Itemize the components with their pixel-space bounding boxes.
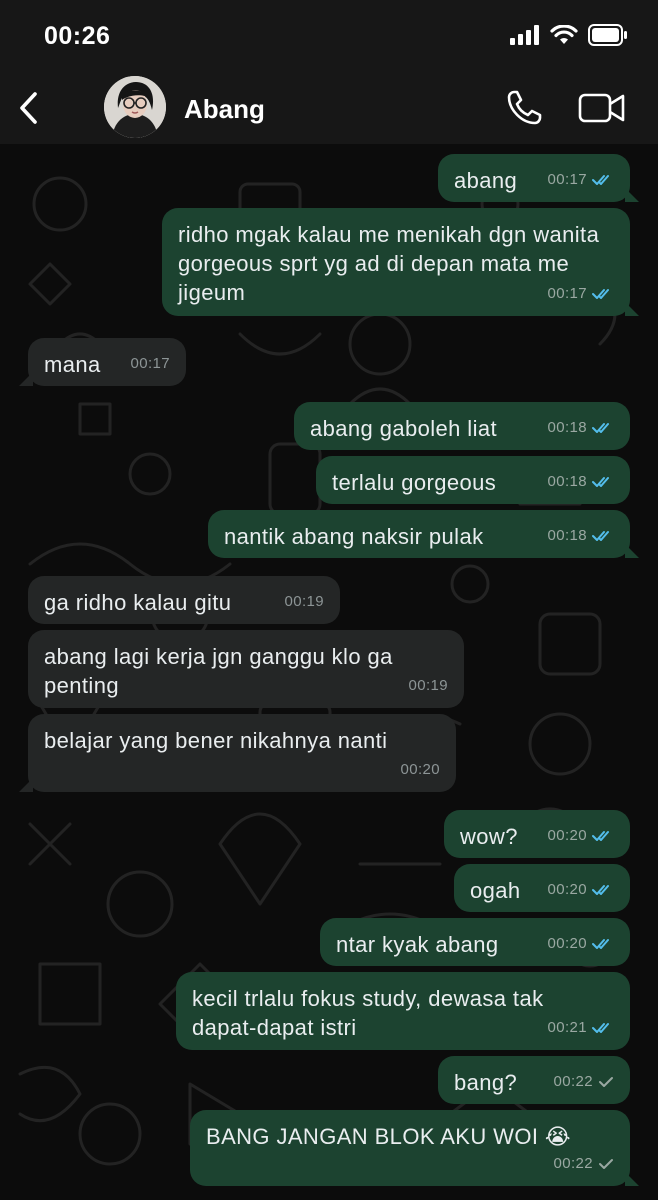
message-text: ogah: [470, 878, 521, 903]
message-bubble-outgoing[interactable]: kecil trlalu fokus study, dewasa tak dap…: [176, 972, 630, 1050]
chat-area[interactable]: abang 00:17 ridho mgak kalau me menikah …: [0, 144, 658, 1200]
bubble-tail: [625, 188, 639, 202]
message-meta: 00:20: [547, 821, 614, 850]
message-time: 00:21: [547, 1019, 587, 1036]
contact-photo: [104, 76, 166, 138]
double-check-icon: [592, 530, 609, 541]
message-bubble-outgoing[interactable]: nantik abang naksir pulak 00:18: [208, 510, 639, 558]
message-meta: 00:18: [547, 467, 614, 496]
message-time: 00:22: [553, 1073, 593, 1090]
message-bubble-outgoing[interactable]: abang 00:17: [438, 154, 639, 202]
double-check-icon: [592, 174, 609, 185]
single-check-icon: [599, 1158, 613, 1169]
message-meta: 00:19: [284, 587, 324, 616]
message-meta: 00:22: [553, 1149, 614, 1178]
message-text: ga ridho kalau gitu: [44, 590, 232, 615]
message-bubble-outgoing[interactable]: ntar kyak abang 00:20: [320, 918, 630, 966]
message-time: 00:19: [284, 593, 324, 610]
message-meta: 00:18: [547, 521, 614, 550]
message-time: 00:18: [547, 419, 587, 436]
message-meta: 00:17: [547, 279, 614, 308]
message-bubble-incoming[interactable]: abang lagi kerja jgn ganggu klo ga penti…: [28, 630, 464, 708]
message-time: 00:18: [547, 527, 587, 544]
double-check-icon: [592, 938, 609, 949]
message-text: abang: [454, 168, 518, 193]
chat-header: Abang: [0, 72, 658, 144]
message-text: abang lagi kerja jgn ganggu klo ga penti…: [44, 644, 393, 698]
status-bar: 00:26: [0, 0, 658, 72]
message-meta: 00:21: [547, 1013, 614, 1042]
message-time: 00:20: [400, 761, 440, 778]
message-meta: 00:17: [547, 165, 614, 194]
message-text: wow?: [460, 824, 518, 849]
status-time: 00:26: [44, 22, 111, 50]
bubble-tail: [625, 1172, 639, 1186]
message-time: 00:17: [130, 355, 170, 372]
message-time: 00:18: [547, 473, 587, 490]
bubble-tail: [625, 302, 639, 316]
double-check-icon: [592, 830, 609, 841]
wifi-icon: [550, 25, 578, 44]
message-text: terlalu gorgeous: [332, 470, 497, 495]
status-icons: [510, 24, 628, 46]
message-time: 00:19: [408, 677, 448, 694]
message-bubble-incoming[interactable]: ga ridho kalau gitu 00:19: [28, 576, 340, 624]
message-bubble-outgoing[interactable]: ogah 00:20: [454, 864, 630, 912]
message-meta: 00:18: [547, 413, 614, 442]
double-check-icon: [592, 422, 609, 433]
double-check-icon: [592, 884, 609, 895]
message-time: 00:17: [547, 285, 587, 302]
double-check-icon: [592, 288, 609, 299]
message-meta: 00:20: [547, 929, 614, 958]
single-check-icon: [599, 1076, 613, 1087]
avatar[interactable]: [104, 76, 166, 138]
contact-name[interactable]: Abang: [184, 94, 265, 125]
back-button[interactable]: [10, 86, 46, 130]
message-time: 00:17: [547, 171, 587, 188]
cellular-signal-icon: [510, 25, 539, 45]
message-bubble-outgoing[interactable]: bang? 00:22: [438, 1056, 630, 1104]
double-check-icon: [592, 476, 609, 487]
message-meta: 00:22: [553, 1067, 614, 1096]
message-meta: 00:20: [400, 755, 440, 784]
bubble-tail: [19, 778, 33, 792]
message-text: bang?: [454, 1070, 518, 1095]
message-bubble-incoming[interactable]: belajar yang bener nikahnya nanti 00:20: [19, 714, 456, 792]
message-time: 00:20: [547, 881, 587, 898]
bubble-tail: [625, 544, 639, 558]
chevron-left-icon: [20, 92, 37, 124]
double-check-icon: [592, 1022, 609, 1033]
message-meta: 00:19: [408, 671, 448, 700]
video-call-button[interactable]: [576, 88, 628, 128]
message-meta: 00:17: [130, 349, 170, 378]
bubble-tail: [19, 372, 33, 386]
video-call-icon: [578, 93, 625, 123]
message-text: BANG JANGAN BLOK AKU WOI 😭: [206, 1124, 571, 1149]
message-meta: 00:20: [547, 875, 614, 904]
message-text: ridho mgak kalau me menikah dgn wanita g…: [178, 222, 600, 305]
phone-call-icon: [507, 90, 542, 125]
message-text: nantik abang naksir pulak: [224, 524, 484, 549]
message-bubble-incoming[interactable]: mana 00:17: [19, 338, 186, 386]
message-text: abang gaboleh liat: [310, 416, 498, 441]
message-bubble-outgoing[interactable]: ridho mgak kalau me menikah dgn wanita g…: [162, 208, 639, 316]
message-text: ntar kyak abang: [336, 932, 499, 957]
message-text: mana: [44, 352, 101, 377]
voice-call-button[interactable]: [502, 88, 546, 128]
battery-icon: [588, 24, 627, 46]
message-time: 00:20: [547, 935, 587, 952]
message-bubble-outgoing[interactable]: BANG JANGAN BLOK AKU WOI 😭 00:22: [190, 1110, 639, 1186]
message-bubble-outgoing[interactable]: wow? 00:20: [444, 810, 630, 858]
message-bubble-outgoing[interactable]: terlalu gorgeous 00:18: [316, 456, 630, 504]
message-time: 00:20: [547, 827, 587, 844]
message-bubble-outgoing[interactable]: abang gaboleh liat 00:18: [294, 402, 630, 450]
message-text: kecil trlalu fokus study, dewasa tak dap…: [192, 986, 544, 1040]
message-time: 00:22: [553, 1155, 593, 1172]
message-text: belajar yang bener nikahnya nanti: [44, 728, 388, 753]
